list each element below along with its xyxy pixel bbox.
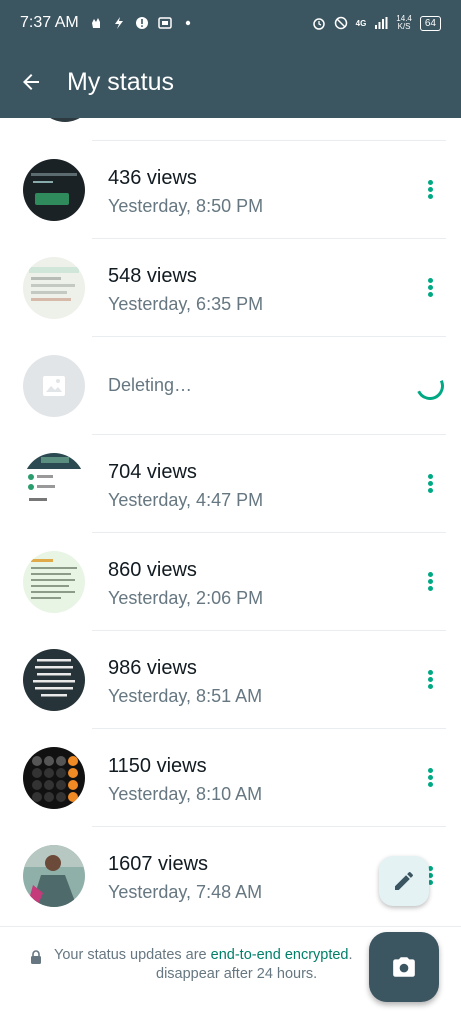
status-row[interactable]: 436 views Yesterday, 8:50 PM	[0, 140, 461, 238]
encryption-notice-line-1: Your status updates are end-to-end encry…	[54, 947, 353, 963]
text-status-button[interactable]	[379, 856, 429, 906]
divider	[92, 630, 446, 631]
status-list: 436 views Yesterday, 8:50 PM 548 views Y…	[0, 118, 461, 926]
view-count: 986 views	[108, 657, 197, 679]
status-placeholder	[23, 355, 85, 417]
app-notification-icon	[157, 17, 172, 29]
status-image	[23, 551, 85, 613]
status-row[interactable]: 860 views Yesterday, 2:06 PM	[0, 532, 461, 630]
view-count: 860 views	[108, 559, 197, 581]
more-options-icon[interactable]	[416, 668, 444, 696]
status-image	[23, 649, 85, 711]
battery-icon: 64	[419, 15, 441, 31]
status-thumbnail[interactable]	[23, 747, 85, 809]
dot-icon	[185, 20, 190, 26]
view-count: 548 views	[108, 265, 197, 287]
status-time: Yesterday, 8:10 AM	[108, 784, 263, 804]
deleting-label: Deleting…	[108, 375, 193, 395]
divider	[92, 140, 446, 141]
status-image	[23, 453, 85, 515]
system-status-bar: 7:37 AM 4G 14.4 K/S 64	[0, 0, 461, 46]
status-time: Yesterday, 8:50 PM	[108, 196, 264, 216]
more-options-icon[interactable]	[416, 178, 444, 206]
alarm-icon	[312, 18, 325, 30]
encryption-notice-line-2: disappear after 24 hours.	[156, 966, 318, 982]
status-thumbnail[interactable]	[23, 159, 85, 221]
divider	[92, 532, 446, 533]
status-row[interactable]: 704 views Yesterday, 4:47 PM	[0, 434, 461, 532]
status-thumbnail[interactable]	[23, 845, 85, 907]
status-thumbnail[interactable]	[23, 257, 85, 319]
status-row-deleting: Deleting…	[0, 336, 461, 434]
view-count: 1150 views	[108, 755, 207, 777]
view-count: 704 views	[108, 461, 197, 483]
status-thumbnail[interactable]	[23, 551, 85, 613]
divider	[92, 728, 446, 729]
status-thumbnail[interactable]	[23, 453, 85, 515]
notification-icons	[89, 16, 195, 30]
hand-icon	[91, 18, 100, 28]
view-count: 436 views	[108, 167, 197, 189]
app-bar: My status	[0, 46, 461, 118]
network-speed: 14.4 K/S	[396, 15, 412, 31]
status-row[interactable]: 986 views Yesterday, 8:51 AM	[0, 630, 461, 728]
more-options-icon[interactable]	[416, 766, 444, 794]
status-row[interactable]: 548 views Yesterday, 6:35 PM	[0, 238, 461, 336]
status-time: Yesterday, 2:06 PM	[108, 588, 264, 608]
system-icons: 4G 14.4 K/S 64	[312, 15, 441, 31]
encryption-notice-punctuation: .	[348, 947, 353, 963]
status-thumbnail[interactable]	[23, 649, 85, 711]
back-arrow-icon[interactable]	[19, 70, 43, 94]
more-options-icon[interactable]	[416, 472, 444, 500]
loading-spinner-icon	[412, 368, 448, 404]
signal-icon	[375, 17, 388, 29]
divider	[92, 336, 446, 337]
more-options-icon[interactable]	[416, 276, 444, 304]
status-time: Yesterday, 8:51 AM	[108, 686, 263, 706]
pencil-icon	[395, 871, 414, 890]
clock: 7:37 AM	[20, 14, 79, 31]
network-speed-unit: K/S	[397, 22, 411, 31]
network-type-label: 4G	[355, 18, 367, 28]
divider	[92, 434, 446, 435]
flash-icon	[114, 17, 123, 29]
page-title: My status	[67, 67, 174, 96]
status-image	[23, 747, 85, 809]
camera-status-button[interactable]	[369, 932, 439, 1002]
image-placeholder-icon	[43, 376, 65, 396]
view-count: 1607 views	[108, 853, 209, 875]
status-time: Yesterday, 6:35 PM	[108, 294, 264, 314]
divider	[92, 826, 446, 827]
encryption-link[interactable]: end-to-end encrypted	[211, 947, 349, 963]
status-image	[23, 159, 85, 221]
lock-icon	[31, 950, 41, 964]
more-options-icon[interactable]	[416, 570, 444, 598]
camera-icon	[393, 957, 415, 977]
status-image	[23, 845, 85, 907]
partial-status-thumbnail	[36, 118, 94, 122]
alert-icon	[135, 17, 148, 29]
status-time: Yesterday, 7:48 AM	[108, 882, 263, 902]
status-image	[23, 257, 85, 319]
status-time: Yesterday, 4:47 PM	[108, 490, 264, 510]
divider	[92, 238, 446, 239]
encryption-notice-text: Your status updates are	[54, 947, 211, 963]
do-not-disturb-icon	[334, 16, 347, 30]
status-row[interactable]: 1150 views Yesterday, 8:10 AM	[0, 728, 461, 826]
